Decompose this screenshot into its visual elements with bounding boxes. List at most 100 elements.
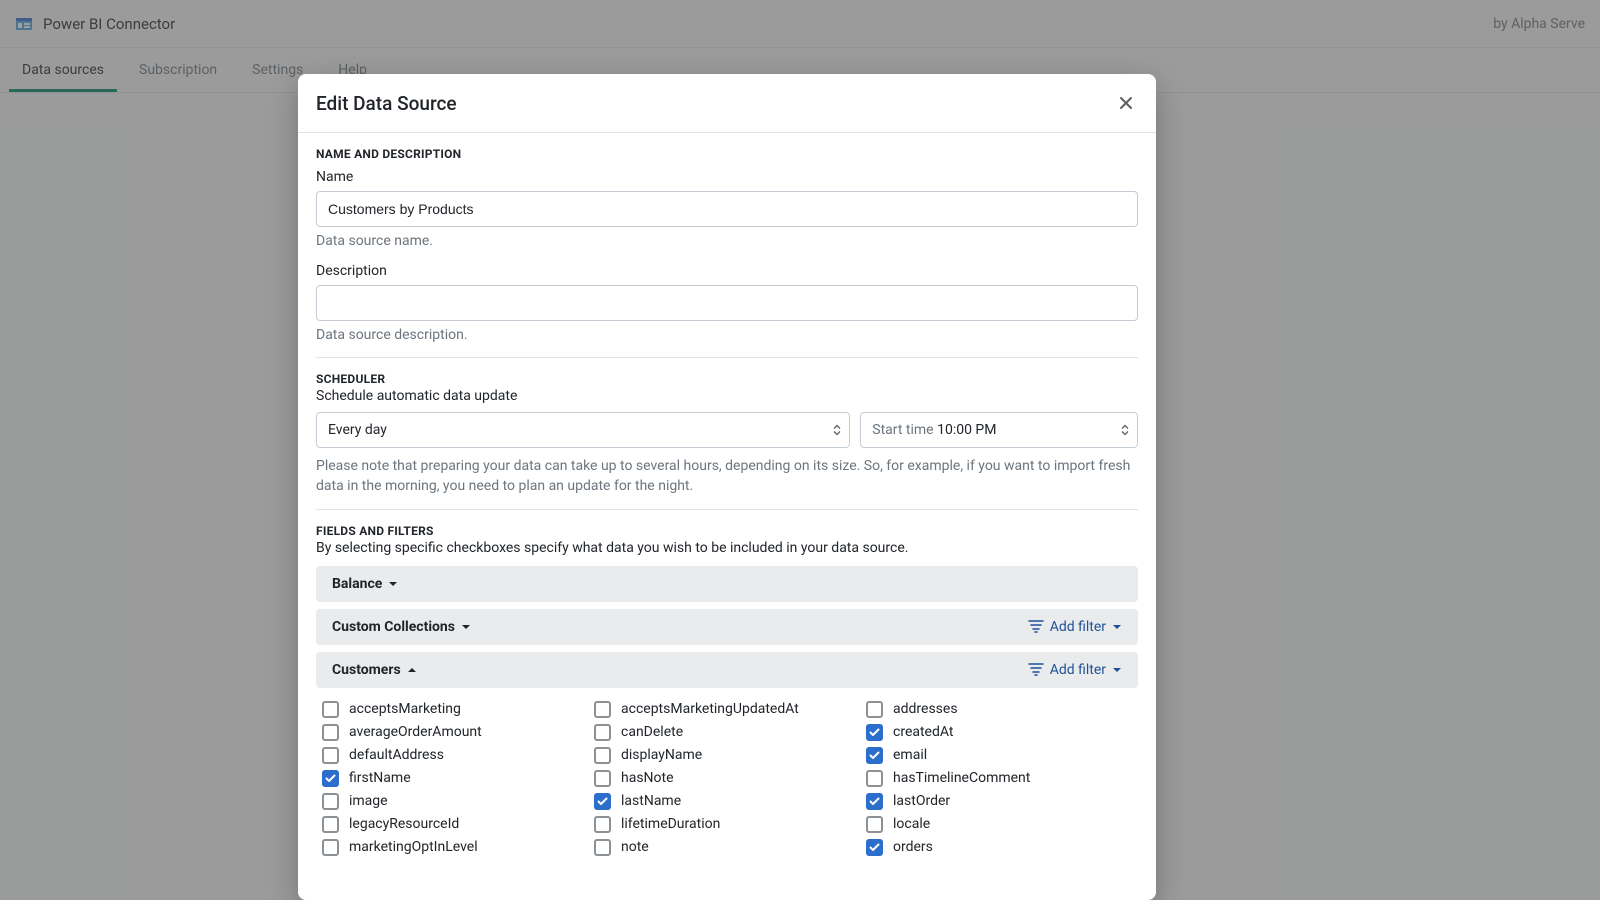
field-label: canDelete [621, 724, 683, 740]
field-label: locale [893, 816, 930, 832]
scheduler-note: Please note that preparing your data can… [316, 456, 1138, 497]
caret-up-icon [407, 667, 417, 673]
checkbox-icon [866, 839, 883, 856]
add-filter-button[interactable]: Add filter [1028, 619, 1122, 635]
field-checkbox-lastOrder[interactable]: lastOrder [866, 793, 1132, 810]
field-checkbox-image[interactable]: image [322, 793, 588, 810]
field-checkbox-acceptsMarketingUpdatedAt[interactable]: acceptsMarketingUpdatedAt [594, 701, 860, 718]
caret-down-icon [461, 624, 471, 630]
select-caret-icon [833, 425, 841, 436]
field-checkbox-email[interactable]: email [866, 747, 1132, 764]
checkbox-icon [322, 793, 339, 810]
section-fields-filters: FIELDS AND FILTERS [316, 524, 1138, 538]
checkbox-icon [866, 816, 883, 833]
add-filter-button[interactable]: Add filter [1028, 662, 1122, 678]
checkbox-icon [594, 793, 611, 810]
checkbox-icon [322, 839, 339, 856]
caret-down-icon [1112, 624, 1122, 630]
accordion-customers[interactable]: Customers Add filter [316, 652, 1138, 688]
field-checkbox-displayName[interactable]: displayName [594, 747, 860, 764]
field-label: legacyResourceId [349, 816, 459, 832]
field-label: hasTimelineComment [893, 770, 1030, 786]
field-label: marketingOptInLevel [349, 839, 478, 855]
field-checkbox-marketingOptInLevel[interactable]: marketingOptInLevel [322, 839, 588, 856]
close-icon [1117, 94, 1135, 112]
field-checkbox-locale[interactable]: locale [866, 816, 1132, 833]
field-label: createdAt [893, 724, 953, 740]
start-time-value: 10:00 PM [937, 422, 996, 438]
checkbox-icon [594, 770, 611, 787]
field-checkbox-canDelete[interactable]: canDelete [594, 724, 860, 741]
description-input[interactable] [316, 285, 1138, 321]
customer-fields-grid: acceptsMarketing acceptsMarketingUpdatedA… [316, 695, 1138, 864]
fields-subtitle: By selecting specific checkboxes specify… [316, 540, 1138, 556]
checkbox-icon [594, 747, 611, 764]
field-label: lastName [621, 793, 681, 809]
checkbox-icon [594, 701, 611, 718]
checkbox-icon [866, 793, 883, 810]
divider [316, 509, 1138, 510]
caret-down-icon [1112, 667, 1122, 673]
checkbox-icon [866, 701, 883, 718]
field-checkbox-legacyResourceId[interactable]: legacyResourceId [322, 816, 588, 833]
field-label: acceptsMarketing [349, 701, 461, 717]
checkbox-icon [322, 724, 339, 741]
divider [316, 357, 1138, 358]
field-label: lifetimeDuration [621, 816, 720, 832]
field-label: orders [893, 839, 933, 855]
filter-icon [1028, 620, 1044, 633]
field-label: firstName [349, 770, 411, 786]
field-checkbox-acceptsMarketing[interactable]: acceptsMarketing [322, 701, 588, 718]
field-checkbox-orders[interactable]: orders [866, 839, 1132, 856]
checkbox-icon [594, 816, 611, 833]
section-name-description: NAME AND DESCRIPTION [316, 147, 1138, 161]
field-label: hasNote [621, 770, 674, 786]
field-checkbox-hasTimelineComment[interactable]: hasTimelineComment [866, 770, 1132, 787]
edit-data-source-modal: Edit Data Source NAME AND DESCRIPTION Na… [298, 74, 1156, 900]
field-label: image [349, 793, 388, 809]
field-checkbox-note[interactable]: note [594, 839, 860, 856]
checkbox-icon [866, 724, 883, 741]
checkbox-icon [322, 770, 339, 787]
field-label: displayName [621, 747, 702, 763]
field-checkbox-firstName[interactable]: firstName [322, 770, 588, 787]
accordion-balance[interactable]: Balance [316, 566, 1138, 602]
close-button[interactable] [1114, 91, 1138, 115]
field-checkbox-defaultAddress[interactable]: defaultAddress [322, 747, 588, 764]
field-checkbox-addresses[interactable]: addresses [866, 701, 1132, 718]
name-input[interactable] [316, 191, 1138, 227]
field-checkbox-lifetimeDuration[interactable]: lifetimeDuration [594, 816, 860, 833]
scheduler-subtitle: Schedule automatic data update [316, 388, 1138, 404]
field-label: note [621, 839, 649, 855]
checkbox-icon [866, 747, 883, 764]
field-label: averageOrderAmount [349, 724, 482, 740]
checkbox-icon [322, 747, 339, 764]
checkbox-icon [594, 839, 611, 856]
checkbox-icon [322, 701, 339, 718]
field-label: email [893, 747, 927, 763]
select-caret-icon [1121, 425, 1129, 436]
field-label: lastOrder [893, 793, 950, 809]
filter-icon [1028, 663, 1044, 676]
field-label: addresses [893, 701, 958, 717]
field-label: defaultAddress [349, 747, 444, 763]
checkbox-icon [594, 724, 611, 741]
modal-title: Edit Data Source [316, 92, 457, 115]
start-time-select[interactable]: Start time 10:00 PM [860, 412, 1138, 448]
accordion-custom-collections[interactable]: Custom Collections Add filter [316, 609, 1138, 645]
field-checkbox-lastName[interactable]: lastName [594, 793, 860, 810]
field-checkbox-hasNote[interactable]: hasNote [594, 770, 860, 787]
section-scheduler: SCHEDULER [316, 372, 1138, 386]
caret-down-icon [388, 581, 398, 587]
frequency-select[interactable]: Every day [316, 412, 850, 448]
checkbox-icon [866, 770, 883, 787]
description-helper: Data source description. [316, 327, 1138, 343]
start-time-prefix: Start time [872, 422, 933, 438]
field-label: acceptsMarketingUpdatedAt [621, 701, 799, 717]
field-checkbox-averageOrderAmount[interactable]: averageOrderAmount [322, 724, 588, 741]
checkbox-icon [322, 816, 339, 833]
name-helper: Data source name. [316, 233, 1138, 249]
description-label: Description [316, 263, 1138, 279]
field-checkbox-createdAt[interactable]: createdAt [866, 724, 1132, 741]
name-label: Name [316, 169, 1138, 185]
